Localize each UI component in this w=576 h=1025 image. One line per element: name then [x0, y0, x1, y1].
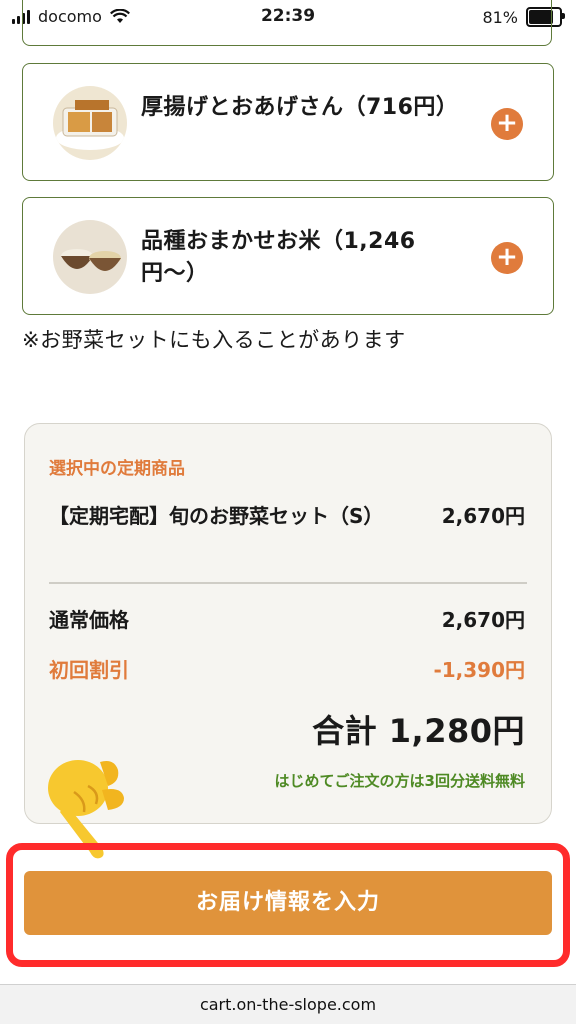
product-price: 2,670円: [441, 504, 525, 528]
rice-bowl-icon: [53, 220, 127, 294]
divider: [49, 582, 527, 584]
discount-label: 初回割引: [49, 658, 129, 682]
enter-delivery-info-button[interactable]: お届け情報を入力: [24, 871, 552, 935]
product-name: 【定期宅配】旬のお野菜セット（S）: [49, 504, 384, 528]
option-card-tofu[interactable]: 厚揚げとおあげさん（716円） +: [22, 63, 554, 181]
total-price: 合計 1,280円: [312, 712, 525, 750]
browser-url-bar[interactable]: cart.on-the-slope.com: [0, 984, 576, 1024]
option-card-partial: [22, 0, 552, 46]
shipping-note: はじめてご注文の方は3回分送料無料: [274, 772, 525, 790]
item-name: 厚揚げとおあげさん（716円）: [141, 95, 459, 120]
fried-tofu-icon: [53, 86, 127, 160]
plus-icon[interactable]: +: [491, 242, 523, 274]
regular-price-label: 通常価格: [49, 608, 129, 632]
discount-value: -1,390円: [433, 658, 525, 682]
plus-icon[interactable]: +: [491, 108, 523, 140]
option-card-rice[interactable]: 品種おまかせお米（1,246円〜） +: [22, 197, 554, 315]
section-label: 選択中の定期商品: [49, 459, 185, 479]
regular-price-value: 2,670円: [441, 608, 525, 632]
item-name: 品種おまかせお米（1,246円〜）: [141, 229, 416, 286]
url-text: cart.on-the-slope.com: [199, 995, 377, 1014]
note-text: ※お野菜セットにも入ることがあります: [22, 328, 406, 352]
